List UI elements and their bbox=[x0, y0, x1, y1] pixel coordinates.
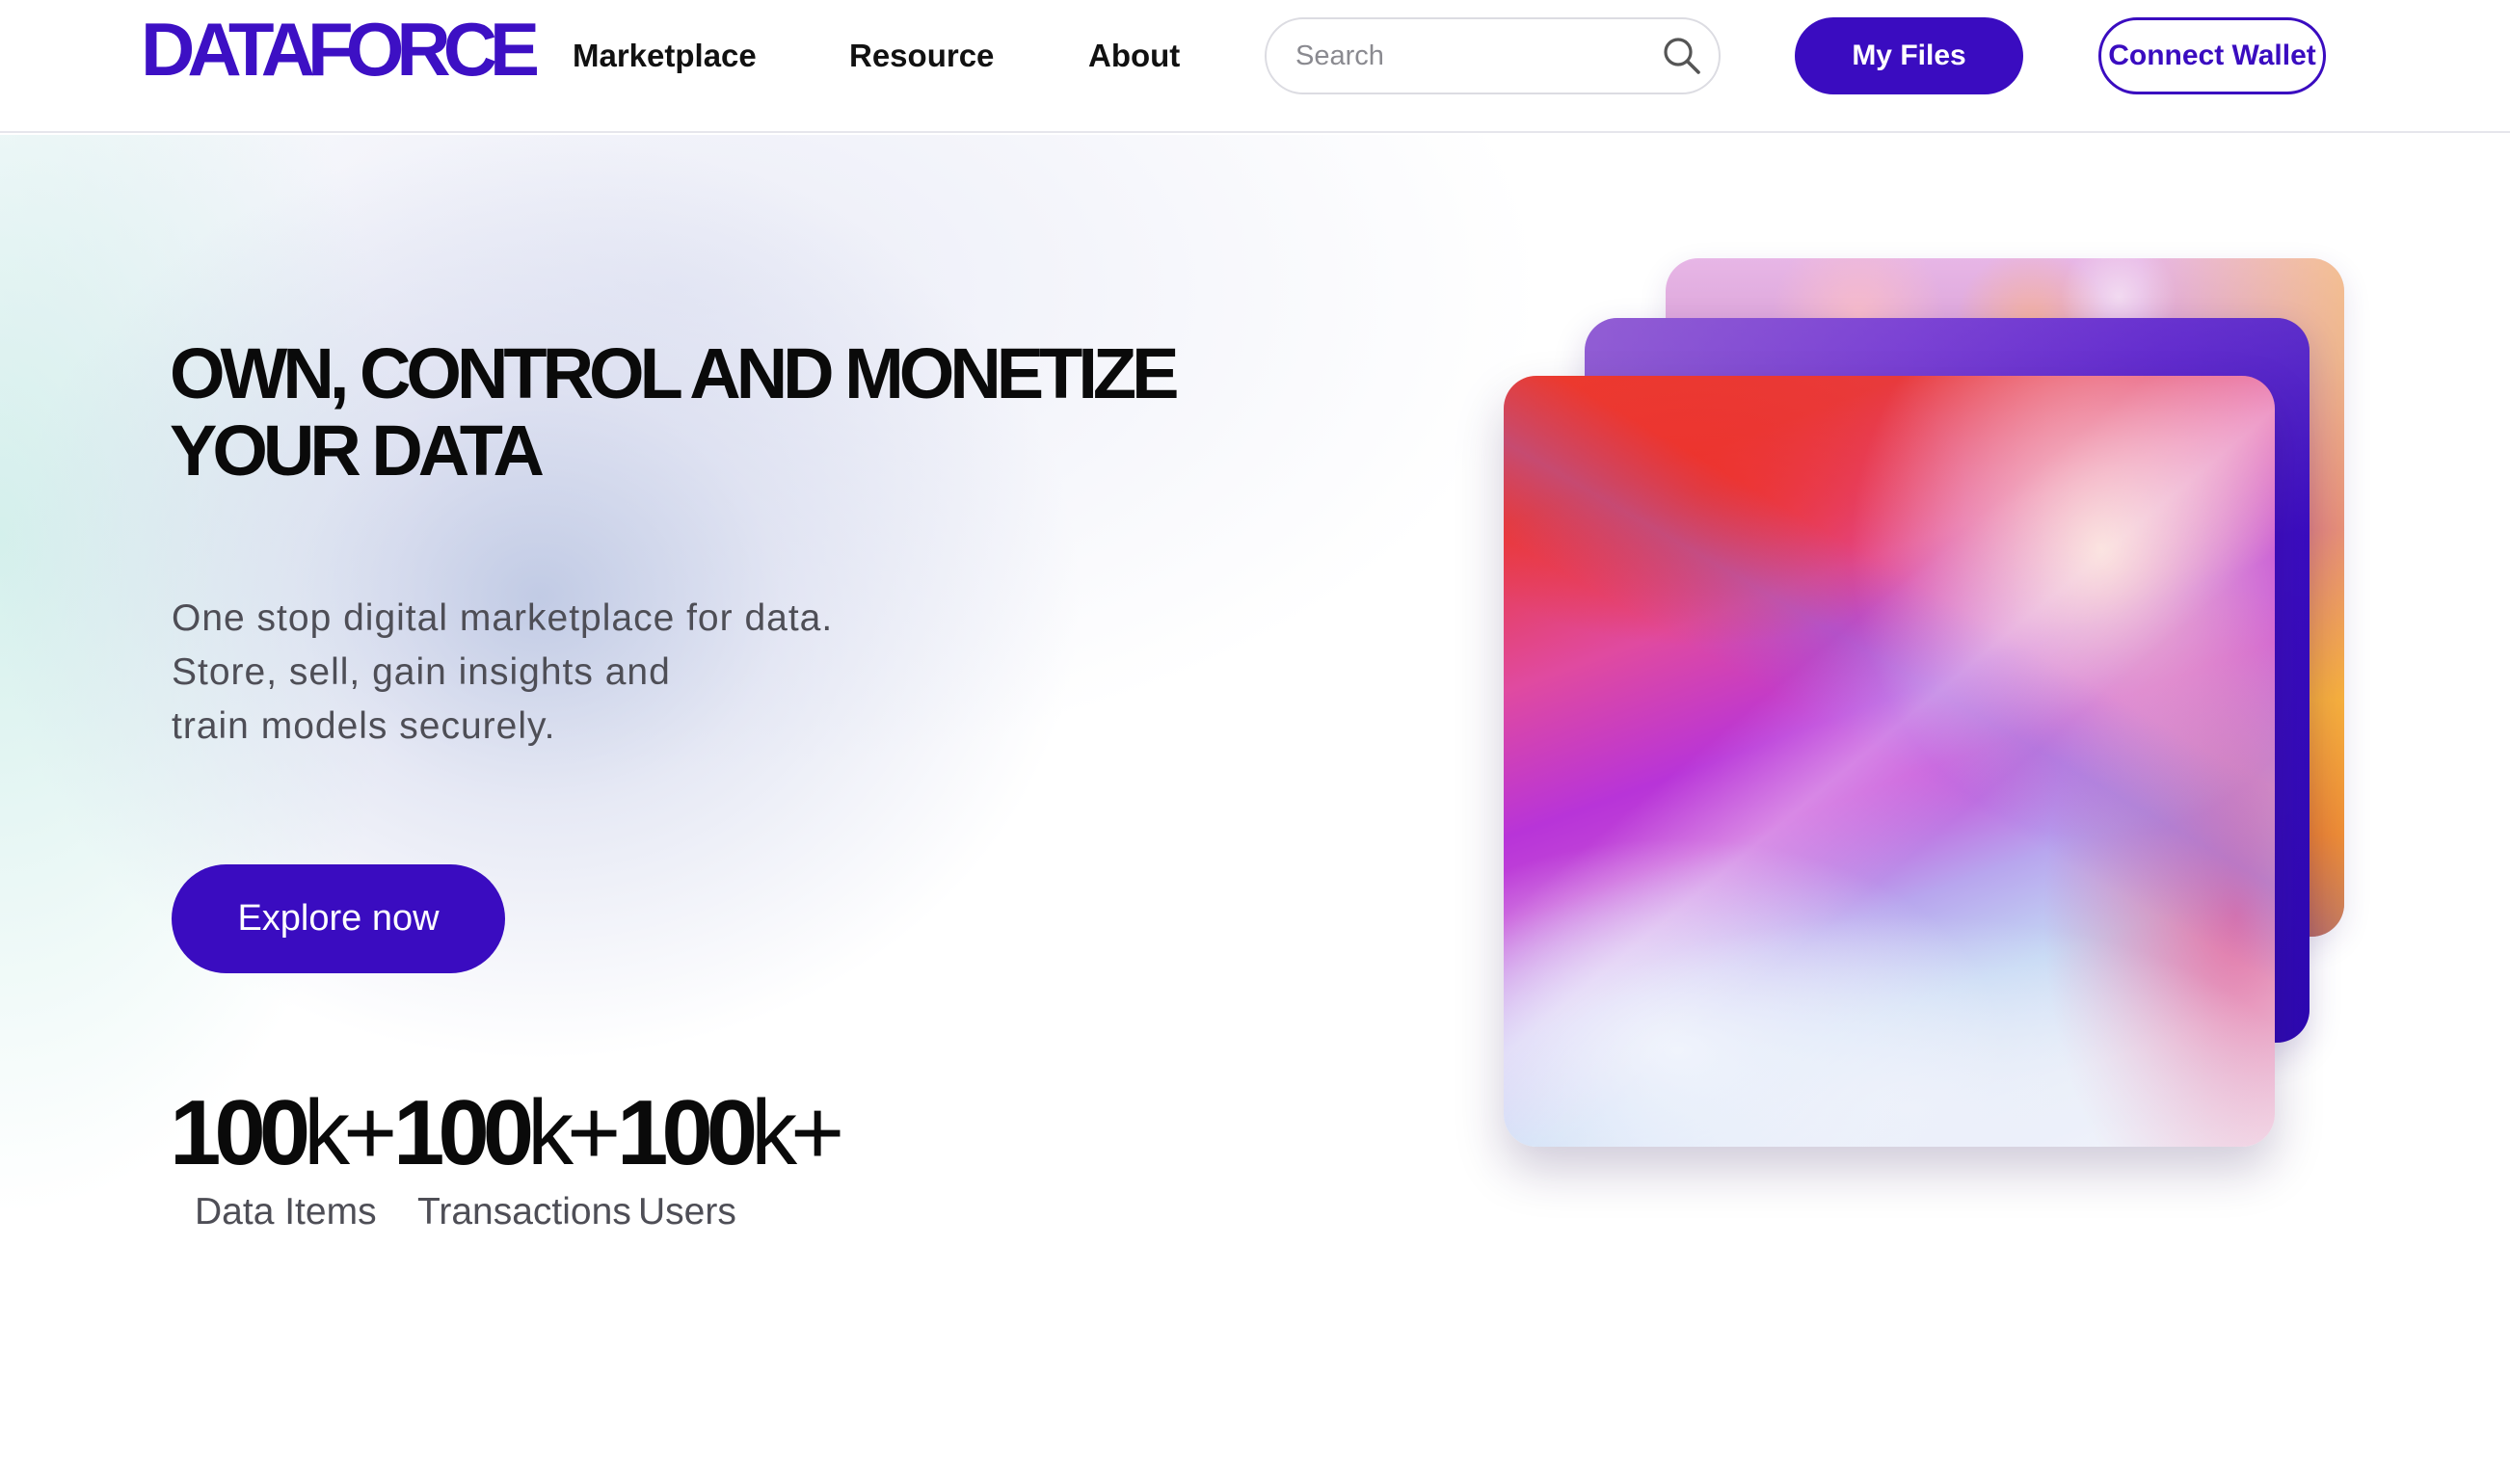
dataforce-logo[interactable]: DATAFORCE bbox=[141, 6, 540, 93]
hero-description-line: One stop digital marketplace for data. bbox=[172, 597, 834, 639]
stat-users-value: 100k+ bbox=[617, 1081, 844, 1184]
stat-suffix: k+ bbox=[527, 1081, 621, 1184]
stat-data-items-label: Data Items bbox=[195, 1191, 377, 1232]
hero-description-line: Store, sell, gain insights and bbox=[172, 651, 671, 693]
stat-number: 100 bbox=[170, 1081, 310, 1184]
hero-title: OWN, CONTROL AND MONETIZE YOUR DATA bbox=[170, 335, 1375, 490]
stat-transactions-value: 100k+ bbox=[393, 1081, 621, 1184]
nav-resource-link[interactable]: Resource bbox=[849, 35, 994, 77]
nav-marketplace-link[interactable]: Marketplace bbox=[573, 35, 757, 77]
explore-now-button[interactable]: Explore now bbox=[172, 864, 505, 973]
hero-card-front-image bbox=[1504, 376, 2275, 1147]
search-input[interactable] bbox=[1294, 19, 1641, 93]
connect-wallet-button[interactable]: Connect Wallet bbox=[2098, 17, 2326, 94]
my-files-button[interactable]: My Files bbox=[1795, 17, 2023, 94]
hero-title-line: YOUR DATA bbox=[170, 411, 545, 490]
search-icon[interactable] bbox=[1661, 35, 1703, 77]
hero-title-line: OWN, CONTROL AND MONETIZE bbox=[170, 333, 1180, 413]
stat-transactions-label: Transactions bbox=[417, 1191, 631, 1232]
stat-users-label: Users bbox=[638, 1191, 736, 1232]
hero-description-line: train models securely. bbox=[172, 705, 556, 747]
top-navbar: DATAFORCE Marketplace Resource About My … bbox=[0, 0, 2510, 133]
stat-suffix: k+ bbox=[751, 1081, 844, 1184]
stat-data-items-value: 100k+ bbox=[170, 1081, 397, 1184]
stat-number: 100 bbox=[617, 1081, 758, 1184]
hero-description: One stop digital marketplace for data. S… bbox=[172, 592, 943, 754]
nav-about-link[interactable]: About bbox=[1088, 35, 1180, 77]
stat-suffix: k+ bbox=[304, 1081, 397, 1184]
search-box bbox=[1265, 17, 1721, 94]
stat-number: 100 bbox=[393, 1081, 534, 1184]
